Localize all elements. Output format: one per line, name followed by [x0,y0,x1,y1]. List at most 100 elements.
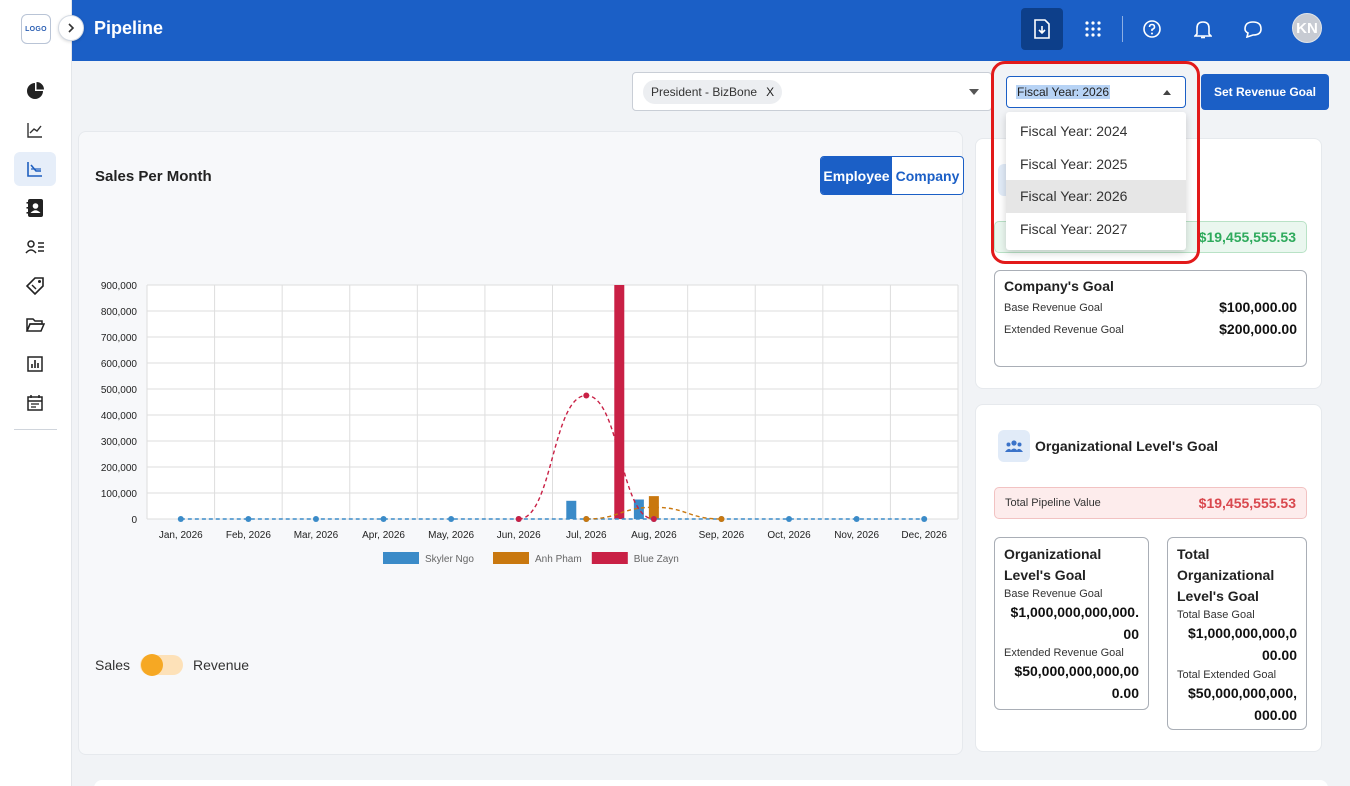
company-goal-box: Company's Goal Base Revenue Goal $100,00… [994,270,1307,367]
sidebar-item-files[interactable] [14,308,56,342]
apps-button[interactable] [1072,8,1114,50]
filter-chip-label: President - BizBone [651,85,758,99]
help-button[interactable] [1131,8,1173,50]
sidebar: LOGO [0,0,84,786]
chevron-right-icon [68,23,75,33]
total-goal-title-line3: Level's Goal [1177,588,1259,604]
org-extended-value-line2: 0.00 [1111,685,1139,701]
switch-label-sales: Sales [95,657,131,673]
sidebar-item-dashboard[interactable] [14,74,56,108]
chart-title: Sales Per Month [95,168,212,185]
y-tick-label: 700,000 [101,333,138,344]
total-base-value-line2: 00.00 [1261,647,1297,663]
sales-per-month-chart: 900,000 800,000 700,000 600,000 500,000 400,0… [101,281,959,565]
contacts-book-icon [26,199,43,217]
legend-label: Skyler Ngo [425,554,474,565]
apps-grid-icon [1085,21,1101,37]
y-tick-label: 800,000 [101,307,138,318]
y-tick-label: 300,000 [101,437,138,448]
legend-swatch [591,552,628,564]
user-list-icon [25,240,44,254]
total-base-value-line1: $1,000,000,000,0 [1188,625,1297,641]
sidebar-item-users[interactable] [14,230,56,264]
fiscal-year-option[interactable]: Fiscal Year: 2025 [1006,148,1186,181]
sidebar-item-reports[interactable] [14,347,56,381]
y-tick-label: 500,000 [101,385,138,396]
tag-icon [25,277,44,296]
filter-chip-remove[interactable]: X [766,85,774,99]
next-section-card [94,780,1328,786]
legend-label: Anh Pham [535,554,582,565]
export-button[interactable] [1021,8,1063,50]
x-tick-label: Sep, 2026 [699,530,745,541]
company-toggle-button[interactable]: Company [892,157,963,194]
org-card-icon-box [998,430,1030,462]
sales-revenue-switch-row: Sales Revenue [95,654,249,676]
notifications-button[interactable] [1182,8,1224,50]
trend-point [583,516,590,522]
app-logo[interactable]: LOGO [21,14,51,44]
org-extended-value-line1: $50,000,000,000,00 [1014,663,1139,679]
fiscal-year-option[interactable]: Fiscal Year: 2027 [1006,213,1186,246]
sidebar-item-contacts[interactable] [14,191,56,225]
x-tick-label: Jul, 2026 [566,530,607,541]
fiscal-year-menu: Fiscal Year: 2024 Fiscal Year: 2025 Fisc… [1006,112,1186,250]
legend-swatch [493,552,529,564]
trend-point [650,516,657,522]
set-revenue-goal-button[interactable]: Set Revenue Goal [1201,74,1329,110]
sidebar-item-deals[interactable] [14,269,56,303]
export-icon [1034,19,1050,39]
sidebar-expand-button[interactable] [58,15,84,41]
org-extended-label: Extended Revenue Goal [1004,647,1124,659]
bell-icon [1194,21,1212,39]
trend-point [583,392,590,399]
fiscal-year-value: Fiscal Year: 2026 [1016,85,1111,99]
org-card-title: Organizational Level's Goal [1035,438,1219,454]
x-tick-label: Feb, 2026 [226,530,271,541]
sales-revenue-switch[interactable] [140,654,184,676]
chat-button[interactable] [1232,8,1274,50]
sidebar-item-calendar[interactable] [14,386,56,420]
sidebar-item-pipeline[interactable] [14,152,56,186]
trend-point [853,516,860,522]
page-title: Pipeline [94,18,164,38]
total-base-label: Total Base Goal [1177,609,1255,621]
trend-point [786,516,793,522]
caret-down-icon[interactable] [969,89,979,95]
view-toggle: Employee Company [820,156,964,195]
calendar-icon [27,395,43,411]
fiscal-year-option-selected[interactable]: Fiscal Year: 2026 [1006,180,1186,213]
user-avatar[interactable]: KN [1292,13,1322,43]
total-extended-value-line1: $50,000,000,000, [1188,685,1297,701]
total-goal-title-line1: Total [1177,546,1210,562]
x-tick-label: Aug, 2026 [631,530,677,541]
bar-blue-zayn [614,285,625,519]
header-separator [1122,16,1123,42]
total-org-goal-box: Total Organizational Level's Goal Total … [1167,537,1307,730]
trend-line-icon [27,123,42,138]
company-extended-label: Extended Revenue Goal [1004,324,1124,336]
pie-chart-icon [27,82,44,99]
org-goal-title-line2: Level's Goal [1004,567,1086,583]
x-tick-label: Mar, 2026 [294,530,339,541]
x-tick-label: Dec, 2026 [901,530,947,541]
employee-filter-select[interactable]: President - BizBone X [632,72,992,111]
company-base-label: Base Revenue Goal [1004,302,1103,314]
org-pipeline-pill: Total Pipeline Value $19,455,555.53 [994,487,1307,519]
fiscal-year-select[interactable]: Fiscal Year: 2026 [1006,76,1186,108]
fiscal-year-option[interactable]: Fiscal Year: 2024 [1006,115,1186,148]
x-tick-label: May, 2026 [428,530,474,541]
y-tick-label: 600,000 [101,359,138,370]
trend-point [312,516,319,522]
trend-point [177,516,184,522]
sidebar-item-analytics[interactable] [14,113,56,147]
caret-up-icon[interactable] [1163,90,1171,95]
employee-toggle-button[interactable]: Employee [821,157,892,194]
trend-point [515,516,522,522]
organizational-goal-card: Organizational Level's Goal Total Pipeli… [975,404,1322,752]
org-goal-title-line1: Organizational [1004,546,1102,562]
org-base-value-line1: $1,000,000,000,000. [1010,604,1139,620]
switch-thumb [141,654,164,676]
trend-point [921,516,928,522]
bar-report-icon [27,356,43,372]
